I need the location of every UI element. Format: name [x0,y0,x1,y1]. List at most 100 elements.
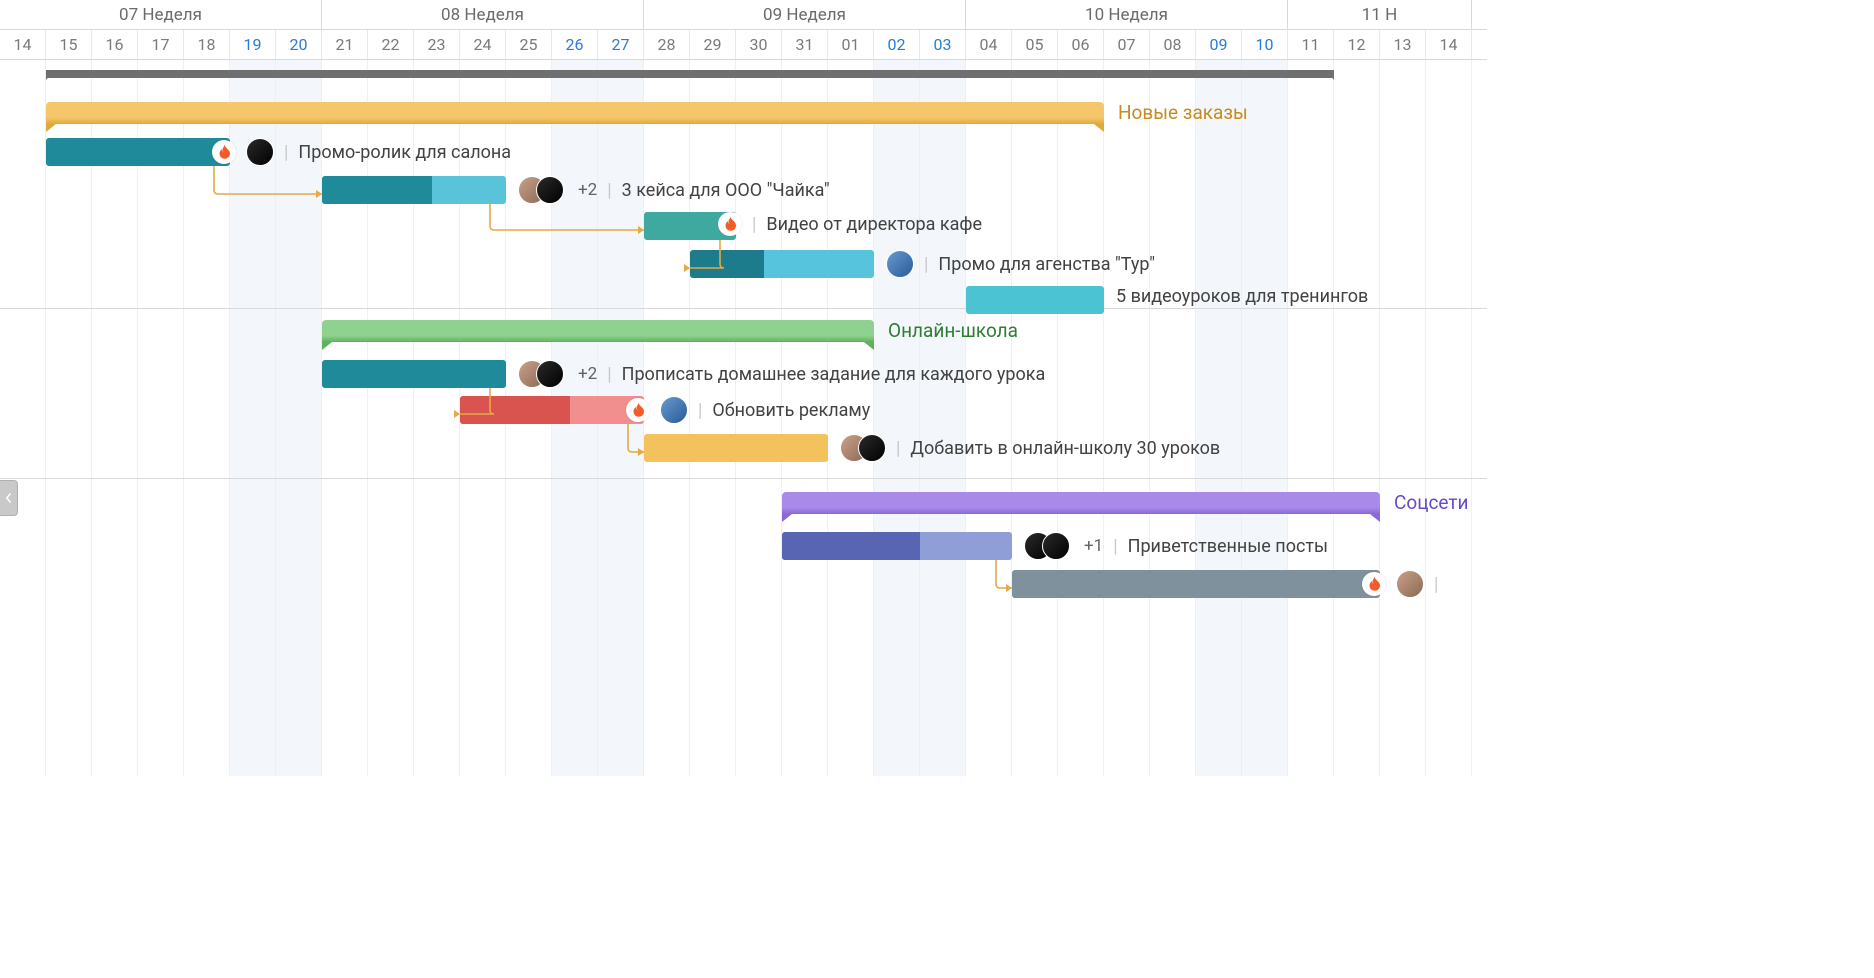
task-bar[interactable] [782,532,1012,560]
task-label-group: +2 | 3 кейса для ООО "Чайка" [518,176,830,204]
days-header: 1415161718192021222324252627282930310102… [0,30,1487,60]
task-label[interactable]: 5 видеоуроков для тренингов [1116,286,1368,307]
day-cell[interactable]: 30 [736,30,782,59]
day-cell[interactable]: 17 [138,30,184,59]
day-cell[interactable]: 23 [414,30,460,59]
avatar[interactable] [536,176,564,204]
avatar-stack[interactable] [518,176,564,204]
day-cell[interactable]: 10 [1242,30,1288,59]
task-bar[interactable] [644,434,828,462]
avatar-overflow-count: +2 [578,180,597,200]
day-cell[interactable]: 16 [92,30,138,59]
day-cell[interactable]: 08 [1150,30,1196,59]
dependency-link [210,166,340,206]
label-separator: | [607,180,611,201]
week-cell: 08 Неделя [322,0,644,29]
avatar-stack[interactable] [1024,532,1070,560]
avatar-overflow-count: +1 [1084,536,1103,556]
task-label-group: | Добавить в онлайн-школу 30 уроков [840,434,1220,462]
day-cell[interactable]: 27 [598,30,644,59]
task-bar[interactable] [1012,570,1380,598]
avatar-stack[interactable] [518,360,564,388]
group-bar[interactable] [46,102,1104,124]
avatar[interactable] [1042,532,1070,560]
day-cell[interactable]: 28 [644,30,690,59]
group-label[interactable]: Соцсети [1394,491,1469,514]
day-cell[interactable]: 24 [460,30,506,59]
day-cell[interactable]: 07 [1104,30,1150,59]
day-cell[interactable]: 04 [966,30,1012,59]
fire-icon [718,212,742,236]
gantt-chart[interactable]: 07 Неделя08 Неделя09 Неделя10 Неделя11 Н… [0,0,1487,776]
day-cell[interactable]: 20 [276,30,322,59]
group-label[interactable]: Новые заказы [1118,101,1248,124]
day-cell[interactable]: 14 [1426,30,1472,59]
day-cell[interactable]: 11 [1288,30,1334,59]
chevron-left-icon [5,492,13,504]
group-bar[interactable] [782,492,1380,514]
avatar[interactable] [1396,570,1424,598]
gantt-rows: Новые заказы Онлайн-школа Соцсети | Промо-ро… [0,60,1487,776]
day-cell[interactable]: 26 [552,30,598,59]
task-label[interactable]: Видео от директора кафе [766,214,982,235]
group-label[interactable]: Онлайн-школа [888,319,1018,342]
day-cell[interactable]: 31 [782,30,828,59]
day-cell[interactable]: 05 [1012,30,1058,59]
task-label[interactable]: Промо для агенства "Тур" [938,254,1155,275]
day-cell[interactable]: 06 [1058,30,1104,59]
day-cell[interactable]: 13 [1380,30,1426,59]
task-bar[interactable] [322,176,506,204]
task-bar[interactable] [46,138,230,166]
task-label-group: | Видео от директора кафе [740,212,982,236]
day-cell[interactable]: 14 [0,30,46,59]
day-cell[interactable]: 25 [506,30,552,59]
day-cell[interactable]: 03 [920,30,966,59]
weeks-header: 07 Неделя08 Неделя09 Неделя10 Неделя11 Н [0,0,1487,30]
avatar-overflow-count: +2 [578,364,597,384]
avatar-stack[interactable] [840,434,886,462]
day-cell[interactable]: 01 [828,30,874,59]
week-cell: 09 Неделя [644,0,966,29]
task-label[interactable]: Добавить в онлайн-школу 30 уроков [910,438,1220,459]
task-label[interactable]: Приветственные посты [1128,536,1328,557]
day-cell[interactable]: 12 [1334,30,1380,59]
avatar[interactable] [246,138,274,166]
task-label-group: | Обновить рекламу [648,396,870,424]
task-label[interactable]: 3 кейса для ООО "Чайка" [622,180,830,201]
avatar-stack[interactable] [1396,570,1424,598]
day-cell[interactable]: 19 [230,30,276,59]
task-label[interactable]: Обновить рекламу [712,400,870,421]
avatar-stack[interactable] [660,396,688,424]
label-separator: | [752,214,756,235]
avatar-stack[interactable] [886,250,914,278]
label-separator: | [1434,574,1438,595]
avatar[interactable] [660,396,688,424]
task-label-group: |Промо для агенства "Тур" [886,250,1155,278]
week-cell: 11 Н [1288,0,1472,29]
group-bar[interactable] [322,320,874,342]
task-bar[interactable] [460,396,644,424]
day-cell[interactable]: 09 [1196,30,1242,59]
avatar[interactable] [536,360,564,388]
day-cell[interactable]: 18 [184,30,230,59]
task-label-group: | [1384,570,1438,598]
avatar[interactable] [858,434,886,462]
day-cell[interactable]: 29 [690,30,736,59]
avatar[interactable] [886,250,914,278]
avatar-stack[interactable] [246,138,274,166]
task-label[interactable]: Промо-ролик для салона [298,142,511,163]
task-bar[interactable] [322,360,506,388]
task-bar[interactable] [690,250,874,278]
task-bar[interactable] [966,286,1104,314]
project-summary-bar[interactable] [46,70,1334,78]
day-cell[interactable]: 22 [368,30,414,59]
sidebar-toggle[interactable] [0,480,18,516]
label-separator: | [698,400,702,421]
label-separator: | [896,438,900,459]
day-cell[interactable]: 21 [322,30,368,59]
day-cell[interactable]: 02 [874,30,920,59]
dependency-link [486,204,662,242]
fire-icon [626,398,650,422]
day-cell[interactable]: 15 [46,30,92,59]
task-label[interactable]: Прописать домашнее задание для каждого у… [622,364,1046,385]
